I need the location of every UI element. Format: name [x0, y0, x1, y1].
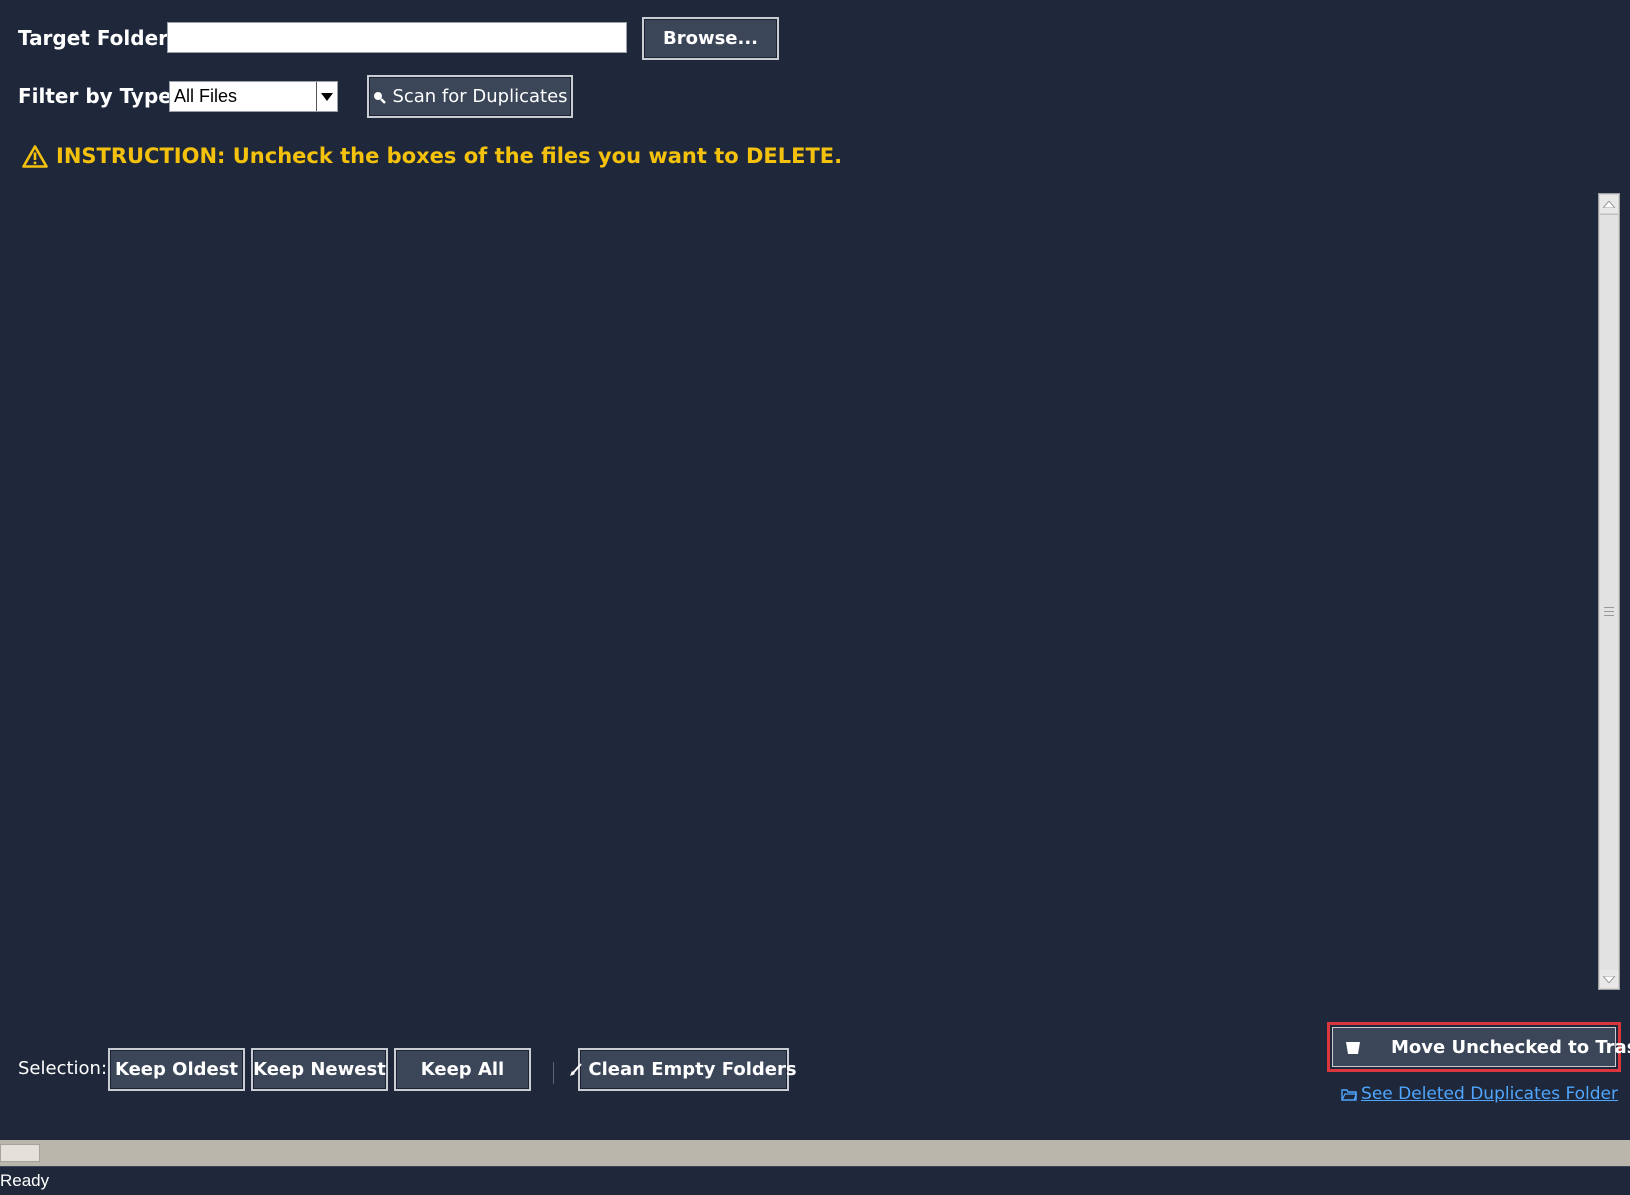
- instruction-text: INSTRUCTION: Uncheck the boxes of the fi…: [56, 144, 843, 168]
- folder-icon: [1341, 1088, 1358, 1101]
- target-folder-label: Target Folder:: [18, 26, 177, 50]
- duplicate-finder-window: Target Folder: Browse... Filter by Type:…: [0, 0, 1630, 1195]
- status-bar: Ready: [0, 1166, 1630, 1195]
- filter-type-value: All Files: [174, 86, 238, 106]
- status-text: Ready: [0, 1171, 50, 1190]
- toolbar-divider: [553, 1062, 554, 1084]
- keep-oldest-label: Keep Oldest: [114, 1059, 239, 1080]
- scroll-down-arrow-icon[interactable]: [1600, 970, 1618, 988]
- keep-all-label: Keep All: [420, 1059, 505, 1080]
- clean-empty-folders-label: Clean Empty Folders: [588, 1059, 797, 1080]
- browse-button[interactable]: Browse...: [642, 17, 779, 60]
- keep-oldest-button[interactable]: Keep Oldest: [108, 1048, 245, 1091]
- vertical-scroll-thumb[interactable]: [1600, 214, 1618, 971]
- target-folder-input[interactable]: [167, 22, 627, 53]
- keep-newest-button[interactable]: Keep Newest: [251, 1048, 388, 1091]
- move-to-trash-inner[interactable]: Move Unchecked to Trash: [1332, 1027, 1630, 1067]
- scroll-up-arrow-icon[interactable]: [1600, 195, 1618, 213]
- clean-empty-folders-button[interactable]: Clean Empty Folders: [570, 1048, 797, 1091]
- duplicates-list[interactable]: [0, 188, 1595, 988]
- browse-button-label: Browse...: [662, 28, 759, 49]
- move-to-trash-label: Move Unchecked to Trash: [1391, 1036, 1630, 1058]
- keep-newest-label: Keep Newest: [253, 1059, 386, 1080]
- broom-icon: [570, 1062, 583, 1077]
- horizontal-scroll-thumb[interactable]: [0, 1144, 40, 1162]
- instruction-banner: INSTRUCTION: Uncheck the boxes of the fi…: [22, 144, 842, 168]
- horizontal-scrollbar[interactable]: [0, 1140, 1630, 1166]
- scan-duplicates-button[interactable]: Scan for Duplicates: [367, 75, 573, 118]
- see-deleted-folder-label: See Deleted Duplicates Folder: [1361, 1084, 1618, 1104]
- keep-all-button[interactable]: Keep All: [394, 1048, 531, 1091]
- see-deleted-folder-link[interactable]: See Deleted Duplicates Folder: [1341, 1084, 1618, 1104]
- move-to-trash-button[interactable]: Move Unchecked to Trash: [1327, 1022, 1630, 1072]
- scroll-grip-icon: [1604, 607, 1614, 616]
- warning-icon: [22, 144, 48, 168]
- chevron-down-icon[interactable]: [316, 82, 337, 111]
- vertical-scrollbar[interactable]: [1598, 193, 1620, 990]
- trash-icon: [1345, 1039, 1361, 1055]
- search-icon: [372, 90, 387, 104]
- filter-type-select[interactable]: All Files: [169, 81, 338, 112]
- scan-duplicates-label: Scan for Duplicates: [392, 86, 568, 107]
- filter-type-label: Filter by Type:: [18, 84, 180, 108]
- selection-label: Selection:: [18, 1058, 108, 1079]
